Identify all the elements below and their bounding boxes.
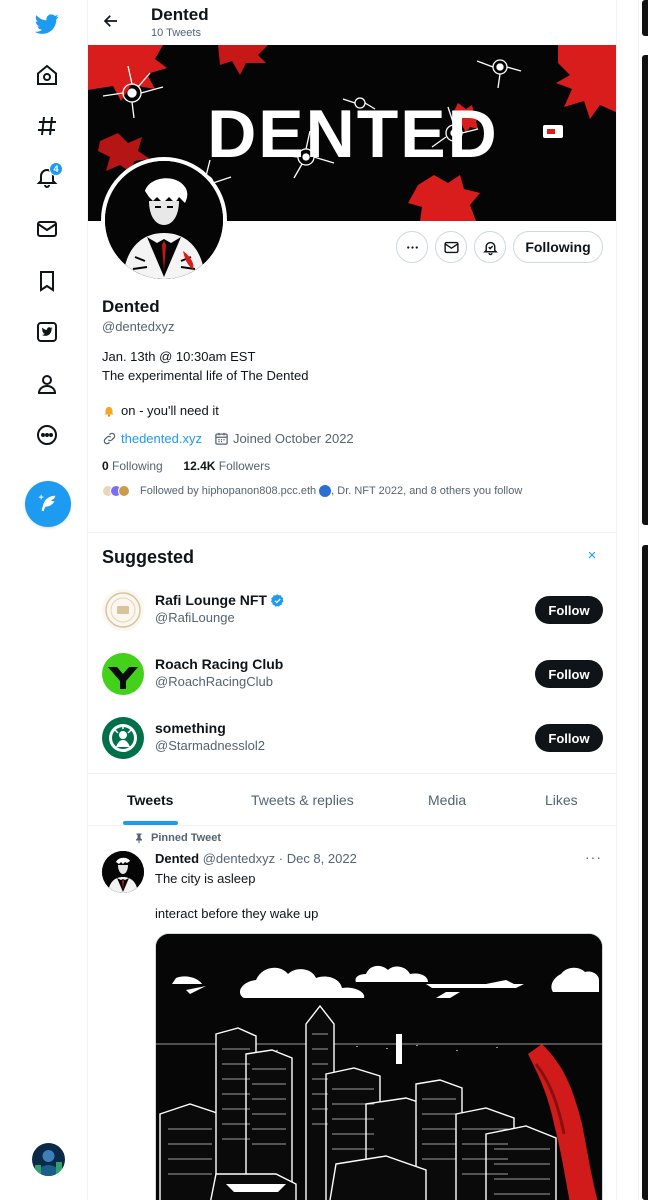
bell-check-icon xyxy=(482,241,498,255)
tab-media[interactable]: Media xyxy=(428,792,466,808)
twitter-logo-icon[interactable] xyxy=(23,0,71,48)
suggested-account[interactable]: Roach Racing Club @RoachRacingClub Follo… xyxy=(88,653,616,713)
suggested-name: Rafi Lounge NFT xyxy=(155,592,285,608)
tweet-author-name[interactable]: Dented xyxy=(155,851,199,866)
tweet-meta: @dentedxyz · Dec 8, 2022 xyxy=(202,851,357,866)
tweet-author-avatar[interactable] xyxy=(102,851,144,893)
suggested-account[interactable]: something @Starmadnesslol2 Follow xyxy=(88,717,616,777)
tab-tweets[interactable]: Tweets xyxy=(127,792,173,808)
right-panel-edge xyxy=(642,0,648,36)
divider xyxy=(88,532,616,533)
suggested-account[interactable]: Rafi Lounge NFT @RafiLounge Follow xyxy=(88,589,616,649)
tweet-image[interactable] xyxy=(155,933,603,1200)
explore-hashtag-icon[interactable] xyxy=(23,102,71,150)
suggested-handle: @RoachRacingClub xyxy=(155,674,273,689)
compose-tweet-button[interactable] xyxy=(25,481,71,527)
twitter-blue-icon[interactable] xyxy=(23,308,71,356)
tweet-text: The city is asleep xyxy=(155,871,256,886)
right-panel-edge xyxy=(642,545,648,1200)
suggested-avatar xyxy=(102,653,144,695)
calendar-icon xyxy=(215,432,228,445)
suggested-handle: @RafiLounge xyxy=(155,610,235,625)
follow-stats: 0 Following 12.4K Followers xyxy=(102,459,270,473)
followers-link[interactable]: 12.4K Followers xyxy=(183,459,270,473)
follow-button[interactable]: Follow xyxy=(535,596,603,624)
banner-title: DENTED xyxy=(207,96,499,172)
more-options-button[interactable] xyxy=(396,231,428,263)
notifications-on-button[interactable] xyxy=(474,231,506,263)
notifications-bell-icon[interactable]: 4 xyxy=(23,153,71,201)
bio-line: on - you'll need it xyxy=(102,403,219,418)
emoji-icon xyxy=(319,485,332,497)
divider xyxy=(88,825,616,826)
link-icon xyxy=(103,432,116,445)
following-button[interactable]: Following xyxy=(513,231,603,263)
profile-header-bar: Dented 10 Tweets xyxy=(88,0,616,45)
profile-handle: @dentedxyz xyxy=(102,319,175,334)
pinned-tweet-label: Pinned Tweet xyxy=(133,832,221,844)
profile-website-link[interactable]: thedented.xyz xyxy=(121,431,202,446)
tweet-more-icon[interactable]: ··· xyxy=(585,849,602,865)
suggested-avatar xyxy=(102,717,144,759)
tweet-text: interact before they wake up xyxy=(155,906,319,921)
tab-likes[interactable]: Likes xyxy=(545,792,578,808)
bookmarks-icon[interactable] xyxy=(23,257,71,305)
right-panel-edge xyxy=(642,55,648,525)
follow-button[interactable]: Follow xyxy=(535,724,603,752)
message-button[interactable] xyxy=(435,231,467,263)
back-arrow-icon[interactable] xyxy=(100,10,122,32)
verified-badge-icon xyxy=(270,593,284,607)
home-icon[interactable] xyxy=(23,51,71,99)
bio-line: Jan. 13th @ 10:30am EST xyxy=(102,349,256,364)
bio-line: The experimental life of The Dented xyxy=(102,368,309,383)
profile-name: Dented xyxy=(102,297,160,316)
followed-by[interactable]: Followed by hiphopanon808.pcc.eth , Dr. … xyxy=(102,485,522,497)
joined-date: Joined October 2022 xyxy=(232,431,354,446)
suggested-avatar xyxy=(102,589,144,631)
following-link[interactable]: 0 Following xyxy=(102,459,163,473)
pin-icon xyxy=(136,833,142,844)
account-avatar[interactable] xyxy=(32,1143,65,1176)
suggested-handle: @Starmadnesslol2 xyxy=(155,738,266,753)
tweet-count: 10 Tweets xyxy=(151,27,201,39)
follow-button[interactable]: Follow xyxy=(535,660,603,688)
right-column-border xyxy=(638,0,639,1200)
profile-meta: thedented.xyz Joined October 2022 xyxy=(102,431,354,446)
profile-tabs: Tweets Tweets & replies Media Likes xyxy=(88,774,616,826)
tab-tweets-and-replies[interactable]: Tweets & replies xyxy=(251,792,354,808)
page-title: Dented xyxy=(151,5,209,24)
compose-feather-icon xyxy=(38,494,56,512)
more-circle-icon[interactable] xyxy=(23,411,71,459)
left-navigation: 4 xyxy=(0,0,88,1200)
suggested-name: something xyxy=(155,720,226,736)
bell-emoji-icon xyxy=(104,406,114,417)
profile-person-icon[interactable] xyxy=(23,360,71,408)
envelope-icon xyxy=(443,241,459,253)
suggested-title: Suggested xyxy=(102,547,195,567)
tweet-header: Dented @dentedxyz · Dec 8, 2022 xyxy=(155,851,357,866)
suggested-name: Roach Racing Club xyxy=(155,656,284,672)
notification-count-badge: 4 xyxy=(49,162,63,176)
follower-avatar xyxy=(118,485,130,497)
profile-avatar[interactable] xyxy=(101,157,227,283)
profile-main-column: Dented 10 Tweets DENTED Following Dented… xyxy=(87,0,617,1200)
more-dots-icon xyxy=(406,245,418,249)
close-icon[interactable]: × xyxy=(585,548,599,563)
messages-envelope-icon[interactable] xyxy=(23,205,71,253)
